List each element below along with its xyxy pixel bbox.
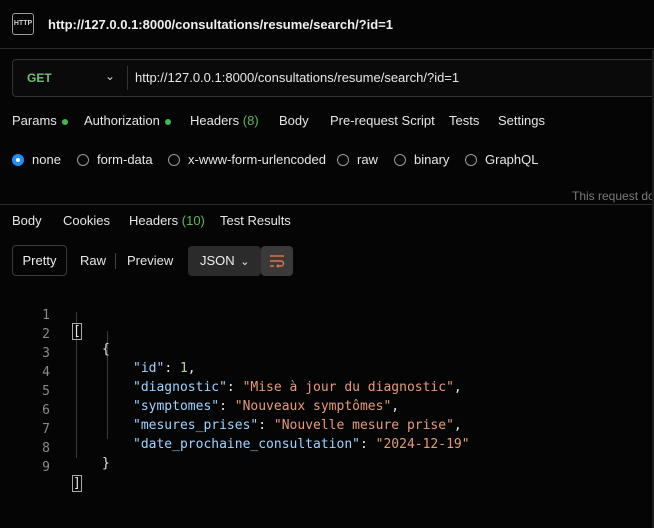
radio-label: binary: [414, 152, 450, 167]
code-line: 2 {: [0, 312, 110, 357]
radio-graphql[interactable]: GraphQL: [465, 152, 538, 167]
json-open-bracket: [: [72, 323, 82, 340]
chevron-down-icon: ⌄: [240, 256, 250, 268]
request-title[interactable]: http://127.0.0.1:8000/consultations/resu…: [48, 17, 393, 32]
chevron-down-icon[interactable]: ⌄: [105, 69, 115, 83]
tab-response-headers[interactable]: Headers (10): [129, 213, 205, 228]
tab-label: Authorization: [84, 113, 160, 128]
json-value: "Nouveaux symptômes": [234, 399, 392, 414]
status-dot: [61, 118, 68, 125]
json-comma: ,: [453, 418, 462, 433]
radio-none[interactable]: none: [12, 152, 61, 167]
code-line: 4 "diagnostic": "Mise à jour du diagnost…: [0, 350, 462, 395]
radio-circle: [77, 153, 89, 166]
tab-response-body[interactable]: Body: [12, 213, 42, 228]
tab-tests[interactable]: Tests: [449, 113, 479, 128]
wrap-lines-button[interactable]: [261, 246, 293, 276]
radio-circle: [12, 153, 24, 166]
radio-circle: [465, 153, 477, 166]
request-body-note: This request do: [572, 189, 654, 203]
toolbar-separator: [115, 253, 116, 269]
json-key: "id": [133, 361, 165, 376]
method-select[interactable]: GET: [27, 71, 52, 85]
json-value: "Nouvelle mesure prise": [273, 418, 454, 433]
radio-binary[interactable]: binary: [394, 152, 449, 167]
radio-x-www-form-urlencoded[interactable]: x-www-form-urlencoded: [168, 152, 326, 167]
radio-circle: [337, 153, 349, 166]
radio-circle: [168, 153, 180, 166]
radio-form-data[interactable]: form-data: [77, 152, 153, 167]
wrap-lines-icon: [270, 255, 285, 268]
tab-cookies[interactable]: Cookies: [63, 213, 110, 228]
headers-count: (8): [242, 113, 259, 128]
radio-raw[interactable]: raw: [337, 152, 378, 167]
tab-params[interactable]: Params: [12, 113, 68, 128]
response-divider: [0, 204, 654, 205]
json-close-brace: }: [102, 456, 110, 471]
tab-pre-request-script[interactable]: Pre-request Script: [330, 113, 435, 128]
preview-button[interactable]: Preview: [127, 253, 173, 268]
code-line: 3 "id": 1,: [0, 331, 195, 376]
headers-count: (10): [181, 213, 205, 228]
radio-label: GraphQL: [485, 152, 539, 167]
tab-label: Params: [12, 113, 57, 128]
json-key: "date_prochaine_consultation": [133, 437, 360, 452]
code-line: 1 [: [0, 293, 82, 340]
format-select[interactable]: JSON ⌄: [188, 246, 261, 276]
code-line: 8 }: [0, 426, 110, 471]
radio-label: x-www-form-urlencoded: [188, 152, 326, 167]
code-line: 6 "mesures_prises": "Nouvelle mesure pri…: [0, 388, 462, 433]
format-label: JSON: [200, 253, 235, 268]
tab-test-results[interactable]: Test Results: [220, 213, 291, 228]
json-key: "symptomes": [133, 399, 220, 414]
code-line: 7 "date_prochaine_consultation": "2024-1…: [0, 407, 469, 452]
http-request-icon: HTTP: [12, 13, 34, 35]
json-comma: ,: [453, 380, 462, 395]
url-input[interactable]: http://127.0.0.1:8000/consultations/resu…: [135, 70, 459, 85]
json-value: 1: [179, 361, 188, 376]
pretty-button[interactable]: Pretty: [12, 245, 67, 276]
status-dot: [164, 118, 171, 125]
title-divider: [0, 48, 654, 49]
tab-headers[interactable]: Headers (8): [190, 113, 259, 128]
url-separator: [127, 66, 128, 90]
radio-label: form-data: [97, 152, 153, 167]
json-comma: ,: [187, 361, 196, 376]
json-value: "2024-12-19": [375, 437, 470, 452]
code-line: 5 "symptomes": "Nouveaux symptômes",: [0, 369, 399, 414]
radio-circle: [394, 153, 406, 166]
json-key: "mesures_prises": [133, 418, 259, 433]
tab-authorization[interactable]: Authorization: [84, 113, 171, 128]
tab-settings[interactable]: Settings: [498, 113, 545, 128]
tab-label: Headers: [190, 113, 240, 128]
raw-button[interactable]: Raw: [80, 253, 106, 268]
radio-label: none: [32, 152, 61, 167]
json-close-bracket: ]: [72, 475, 82, 492]
json-open-brace: {: [102, 342, 110, 357]
url-bar: GET ⌄ http://127.0.0.1:8000/consultation…: [12, 59, 654, 97]
code-line: 9 ]: [0, 445, 82, 492]
line-number: 9: [42, 460, 50, 475]
json-value: "Mise à jour du diagnostic": [242, 380, 454, 395]
json-key: "diagnostic": [133, 380, 227, 395]
radio-label: raw: [357, 152, 378, 167]
tab-label: Headers: [129, 213, 179, 228]
title-bar: HTTP http://127.0.0.1:8000/consultations…: [0, 0, 654, 50]
json-comma: ,: [391, 399, 400, 414]
tab-body[interactable]: Body: [279, 113, 309, 128]
